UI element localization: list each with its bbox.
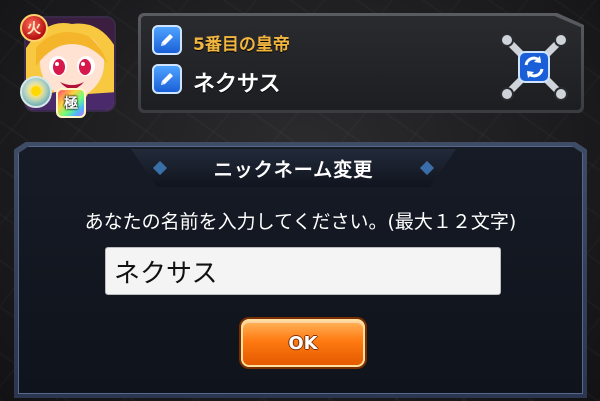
nickname-input[interactable] — [105, 247, 501, 295]
profile-title: 5番目の皇帝 — [193, 35, 290, 55]
dialog-title: ニックネーム変更 — [213, 158, 374, 181]
rank-label: 極 — [64, 96, 78, 112]
dialog-title-bar: ニックネーム変更 — [131, 149, 456, 187]
dialog-prompt: あなたの名前を入力してください。(最大１２文字) — [84, 211, 517, 233]
sparkle-orb-icon — [20, 76, 52, 108]
ok-button[interactable]: OK — [241, 319, 365, 367]
pencil-icon — [161, 73, 173, 85]
rank-badge: 極 — [56, 88, 86, 118]
ok-label: OK — [288, 332, 318, 354]
character-avatar[interactable]: 火 極 — [20, 14, 120, 118]
attribute-label: 火 — [27, 21, 41, 37]
refresh-button[interactable] — [499, 32, 569, 102]
profile-name-panel: 5番目の皇帝 ネクサス — [138, 13, 584, 113]
edit-title-button[interactable] — [152, 25, 182, 55]
pencil-icon — [161, 34, 173, 46]
refresh-icon — [500, 33, 568, 101]
profile-nickname: ネクサス — [193, 72, 281, 97]
fire-attribute-icon: 火 — [20, 14, 48, 42]
edit-nickname-button[interactable] — [152, 64, 182, 94]
nickname-change-dialog: ニックネーム変更 あなたの名前を入力してください。(最大１２文字) OK — [14, 142, 587, 398]
